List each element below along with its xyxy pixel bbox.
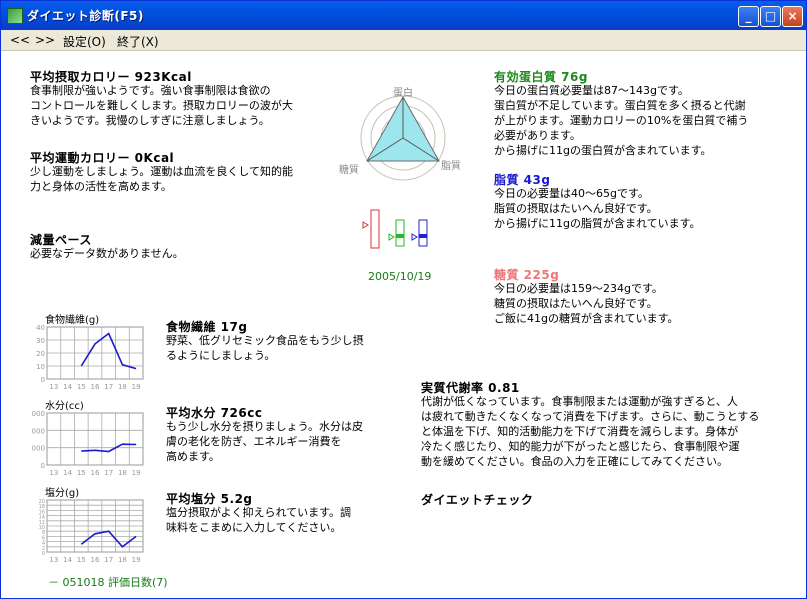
y-tick-label: 20: [36, 350, 45, 358]
menu-exit[interactable]: 終了(X): [117, 33, 159, 50]
footer-status: － 051018 評価日数(7): [48, 576, 168, 589]
y-tick-label: 1000: [31, 445, 45, 453]
window-title: ダイエット診断(F5): [27, 9, 144, 23]
y-tick-label: 0: [41, 462, 45, 470]
diet-check-title: ダイエットチェック: [421, 493, 534, 507]
x-tick-label: 19: [132, 383, 141, 391]
exercise-text: 少し運動をしましょう。運動は血流を良くして知的能 力と身体の活性を高めます。: [30, 165, 294, 193]
x-tick-label: 16: [91, 469, 100, 477]
menu-prev[interactable]: <<: [10, 33, 30, 47]
chart-svg-2: 塩分(g)2018161412108642013 14 15 16 17 18 19: [39, 486, 144, 564]
chart-title: 塩分(g): [45, 486, 79, 499]
fat-level-marker: [411, 233, 418, 241]
x-tick-label: 16: [91, 383, 100, 391]
menu-settings[interactable]: 設定(O): [63, 33, 106, 50]
x-tick-label: 19: [132, 556, 141, 564]
sugar-text: 今日の必要量は159～234gです。 糖質の摂取はたいへん良好です。 ご飯に41…: [494, 282, 679, 325]
metabolism-text: 代謝が低くなっています。食事制限または運動が強すぎると、人 は疲れて動きたくなく…: [421, 395, 760, 468]
menu-next[interactable]: >>: [35, 33, 55, 47]
report-date: 2005/10/19: [368, 270, 432, 283]
x-tick-label: 17: [104, 383, 113, 391]
chart-title: 水分(cc): [45, 400, 84, 412]
protein-text: 今日の蛋白質必要量は87～143gです。 蛋白質が不足しています。蛋白質を多く摂…: [494, 84, 749, 157]
y-tick-label: 0: [42, 551, 45, 557]
water-text: もう少し水分を摂りましょう。水分は皮 膚の老化を防ぎ、エネルギー消費を 高めます…: [166, 420, 364, 463]
radar-label-fat: 脂質: [441, 159, 461, 172]
nutrition-radar-chart: 蛋白 脂質 糖質: [339, 86, 461, 181]
y-tick-label: 30: [36, 337, 45, 345]
x-tick-label: 14: [63, 556, 72, 564]
chart-title: 食物繊維(g): [45, 313, 99, 326]
fat-text: 今日の必要量は40～65gです。 脂質の摂取はたいへん良好です。 から揚げに11…: [494, 187, 701, 230]
sugar-level-marker: [362, 221, 369, 229]
salt-chart: 塩分(g) 20 18 16 14 12 10 8 6 4 2 0 13 14 15 16 17 18 19: [31, 484, 149, 568]
chart-plot-area: [46, 412, 144, 466]
sugar-level-bar: [370, 209, 380, 249]
x-tick-label: 16: [91, 556, 100, 564]
app-window: ダイエット診断(F5) _ □ × << >> 設定(O) 終了(X) 平均摂取…: [0, 0, 807, 599]
x-tick-label: 15: [77, 469, 86, 477]
x-tick-label: 15: [77, 556, 86, 564]
protein-level-bar: [395, 219, 405, 247]
x-tick-label: 14: [63, 469, 72, 477]
x-tick-label: 17: [104, 556, 113, 564]
y-tick-label: 40: [36, 324, 45, 332]
x-tick-label: 13: [49, 383, 58, 391]
x-tick-label: 18: [118, 469, 127, 477]
radar-label-protein: 蛋白: [393, 86, 413, 99]
x-tick-label: 13: [49, 556, 58, 564]
radar-label-sugar: 糖質: [339, 163, 359, 176]
fiber-text: 野菜、低グリセミック食品をもう少し摂 るようにしましょう。: [166, 334, 364, 362]
x-tick-label: 15: [77, 383, 86, 391]
x-tick-label: 17: [104, 469, 113, 477]
salt-text: 塩分摂取がよく抑えられています。調 味料をこまめに入力してください。: [166, 506, 352, 534]
x-tick-label: 19: [132, 469, 141, 477]
y-tick-label: 2000: [31, 427, 45, 435]
app-icon: [7, 8, 23, 24]
menu-bar: << >> 設定(O) 終了(X): [1, 30, 806, 51]
y-tick-label: 10: [36, 363, 45, 371]
y-tick-label: 3000: [31, 410, 45, 418]
x-tick-label: 14: [63, 383, 72, 391]
fiber-chart: 食物繊維(g) 40 30 20 10 0 13 14 15 16 17 18 19: [31, 311, 149, 395]
x-tick-label: 18: [118, 556, 127, 564]
weight-pace-text: 必要なデータ数がありません。: [30, 247, 184, 260]
minimize-button[interactable]: _: [738, 6, 759, 27]
nutrient-level-bars: [362, 209, 428, 249]
protein-level-marker: [388, 233, 395, 241]
y-tick-label: 0: [41, 376, 45, 384]
fat-level-bar: [418, 219, 428, 247]
chart-svg-1: 水分(cc)3000 2000 1000 0 13 14 15 16 17 18 19: [27, 400, 144, 477]
x-tick-label: 18: [118, 383, 127, 391]
title-bar[interactable]: ダイエット診断(F5) _ □ ×: [1, 1, 806, 31]
close-button[interactable]: ×: [782, 6, 803, 27]
water-chart: 水分(cc)3000 2000 1000 0 13 14 15 16 17 18 19: [27, 397, 149, 481]
x-tick-label: 13: [49, 469, 58, 477]
chart-svg-0: 食物繊維(g)40 30 20 10 0 13 14 15 16 17 18 19: [36, 313, 144, 391]
maximize-button[interactable]: □: [760, 6, 781, 27]
calorie-text: 食事制限が強いようです。強い食事制限は食欲の コントロールを難しくします。摂取カ…: [30, 84, 293, 127]
